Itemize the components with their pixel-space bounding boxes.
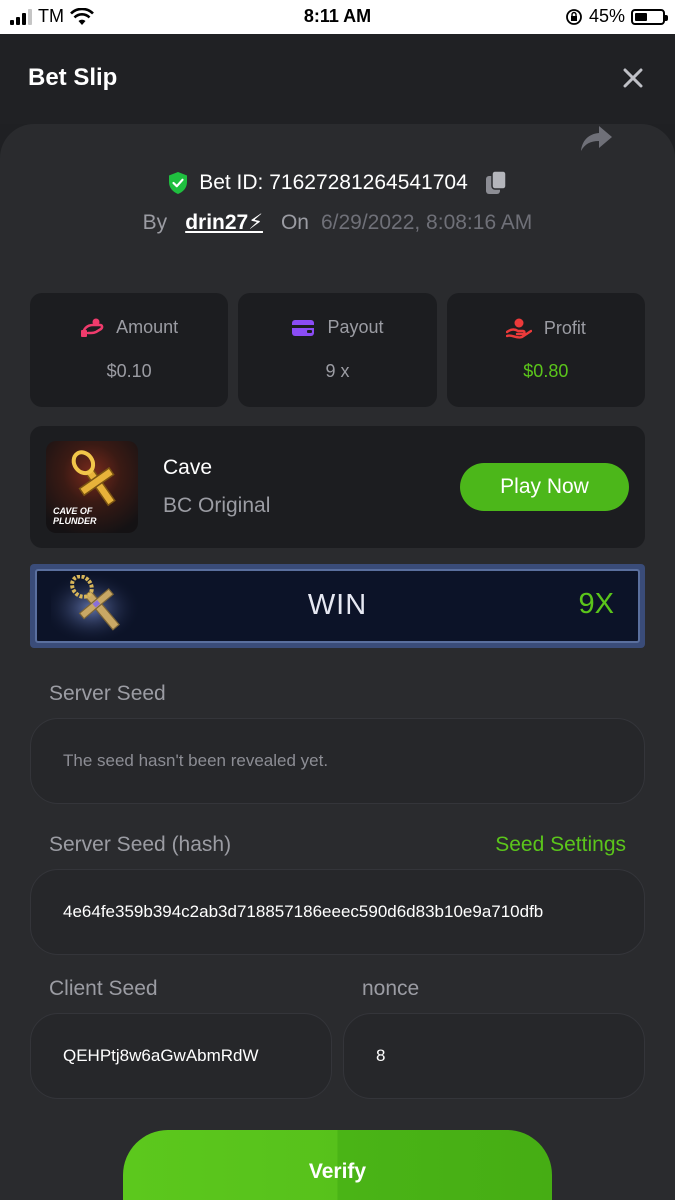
payout-card: Payout 9 x [238,293,437,407]
rotation-lock-icon [566,8,582,25]
payout-label: Payout [327,317,384,337]
bet-id: Bet ID: 716272812645417​04 [199,171,468,194]
by-label: By [142,210,168,234]
server-seed-label: Server Seed [49,682,166,705]
client-seed-field[interactable]: QEHPtj8w6aGwAbmRdW [30,1013,332,1099]
nonce-field[interactable]: 8 [343,1013,645,1099]
payout-value: 9 x [325,361,350,381]
game-name: Cave [163,456,213,479]
wallet-icon [292,319,315,336]
nonce-label: nonce [362,977,420,1000]
result-outcome: WIN [307,589,368,621]
header: Bet Slip [0,34,675,124]
cave-of-plunder-logo: CAVE OF PLUNDER [46,441,138,533]
amount-icon [81,318,104,337]
game-card: CAVE OF PLUNDER Cave BC Original Play No… [30,426,645,548]
server-seed-hash-field[interactable]: 4e64fe359b394c2ab3d718857186eeec590d6d83… [30,869,645,955]
shield-check-icon [169,172,188,194]
stats-row: Amount $0.10 Payout 9 x Profit $0.80 [30,293,645,407]
amount-label: Amount [116,317,179,337]
bet-author-row: By drin27⚡ On 6/29/2022, 8:08:16 AM [0,210,675,235]
battery-icon [631,8,668,25]
status-right: 45% [565,6,668,27]
server-seed-hash-label: Server Seed (hash) [49,833,232,856]
amount-card: Amount $0.10 [30,293,229,407]
username-link[interactable]: drin27⚡ [185,210,263,235]
profit-icon [505,318,532,339]
profit-value: $0.80 [523,361,569,381]
status-bar: TM 8:11 AM 45% [0,0,675,34]
on-label: On [280,210,309,234]
server-seed-field[interactable]: The seed hasn't been revealed yet. [30,718,645,804]
amount-value: $0.10 [106,361,152,381]
thumb-line1: CAVE OF [53,506,93,516]
share-icon[interactable] [579,124,613,154]
bet-id-row: Bet ID: 716272812645417​04 [0,170,675,196]
close-icon[interactable] [619,64,647,92]
seed-settings-link[interactable]: Seed Settings [495,833,626,857]
verify-button[interactable]: Verify [123,1130,552,1200]
thumb-line2: PLUNDER [53,516,97,526]
game-thumbnail[interactable]: CAVE OF PLUNDER [46,441,138,533]
copy-icon[interactable] [484,170,508,196]
profit-card: Profit $0.80 [446,293,645,407]
result-banner: WIN 9X [30,564,645,648]
client-seed-label: Client Seed [49,977,158,1000]
game-provider: BC Original [163,494,271,517]
play-now-button[interactable]: Play Now [460,463,629,511]
result-multiplier: 9X [578,588,614,620]
battery-percent: 45% [588,6,625,26]
bet-slip-panel: Bet ID: 716272812645417​04 By drin27⚡ On… [0,124,675,1200]
page-title: Bet Slip [28,64,118,91]
bet-date: 6/29/2022, 8:08:16 AM [320,210,533,234]
profit-label: Profit [543,317,586,338]
